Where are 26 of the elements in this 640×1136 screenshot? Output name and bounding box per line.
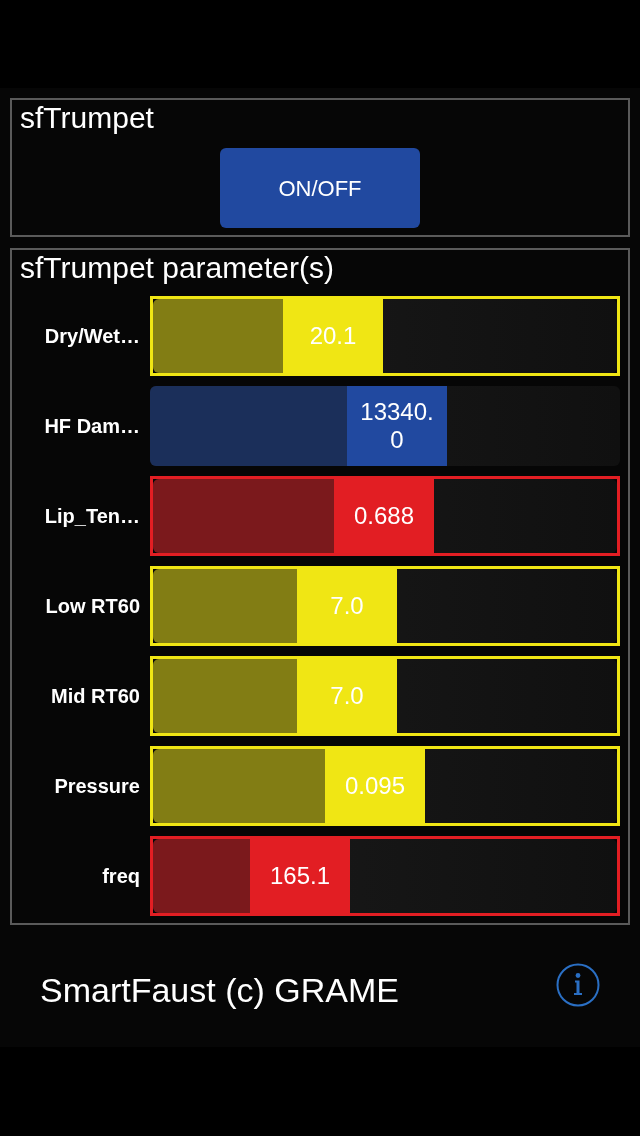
slider-label: freq: [102, 865, 140, 887]
slider-label: Dry/Wet…: [44, 325, 140, 347]
slider-thumb[interactable]: 165.1: [250, 839, 350, 913]
slider-track[interactable]: 165.1: [150, 836, 620, 916]
slider-thumb[interactable]: 20.1: [283, 299, 383, 373]
slider-track[interactable]: 7.0: [150, 566, 620, 646]
slider-label: Pressure: [54, 775, 140, 797]
panel-title: sfTrumpet: [19, 100, 154, 136]
slider-thumb[interactable]: 7.0: [297, 659, 397, 733]
slider-thumb[interactable]: 7.0: [297, 569, 397, 643]
footer-text: SmartFaust (c) GRAME: [40, 970, 399, 1010]
slider-label: Lip_Ten…: [44, 505, 140, 527]
on-off-button[interactable]: ON/OFF: [220, 148, 420, 228]
panel-title: sfTrumpet parameter(s): [19, 250, 334, 286]
slider-track[interactable]: 7.0: [150, 656, 620, 736]
slider-track[interactable]: 0.095: [150, 746, 620, 826]
slider-thumb[interactable]: 13340.0: [347, 386, 447, 466]
slider-label: HF Dam…: [44, 415, 140, 437]
slider-thumb[interactable]: 0.095: [325, 749, 425, 823]
slider-track[interactable]: 13340.0: [150, 386, 620, 466]
slider-label: Low RT60: [45, 595, 140, 617]
slider-thumb[interactable]: 0.688: [334, 479, 434, 553]
slider-label: Mid RT60: [51, 685, 140, 707]
slider-track[interactable]: 20.1: [150, 296, 620, 376]
slider-track[interactable]: 0.688: [150, 476, 620, 556]
info-icon[interactable]: [556, 963, 600, 1007]
